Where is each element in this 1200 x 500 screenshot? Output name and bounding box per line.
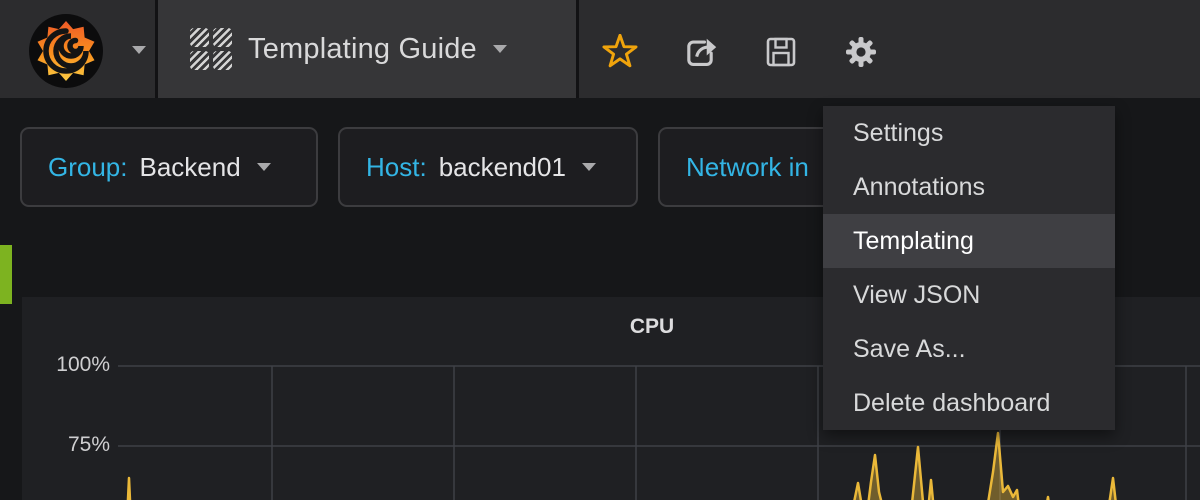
chevron-down-icon (493, 45, 507, 53)
menu-item-save-as[interactable]: Save As... (823, 322, 1115, 376)
share-icon[interactable] (681, 33, 719, 69)
navbar-divider (576, 0, 579, 98)
star-icon[interactable] (602, 34, 638, 68)
variable-value: Backend (140, 152, 241, 183)
menu-item-settings[interactable]: Settings (823, 106, 1115, 160)
grafana-logo-menu[interactable] (0, 0, 157, 98)
menu-item-delete-dashboard[interactable]: Delete dashboard (823, 376, 1115, 430)
chevron-down-icon (257, 163, 271, 171)
menu-item-templating[interactable]: Templating (823, 214, 1115, 268)
y-axis-tick-100: 100% (16, 353, 110, 377)
variable-label: Group: (48, 152, 128, 183)
dashboard-title-dropdown[interactable]: Templating Guide (158, 0, 576, 98)
dashboard-title: Templating Guide (248, 33, 477, 66)
y-axis-tick-75: 75% (16, 433, 110, 457)
row-collapse-handle[interactable] (0, 245, 12, 304)
gear-dropdown-menu: Settings Annotations Templating View JSO… (823, 106, 1115, 430)
variable-value: backend01 (439, 152, 566, 183)
top-navbar: Templating Guide (0, 0, 1200, 98)
variable-dropdown-group[interactable]: Group: Backend (20, 127, 318, 207)
menu-item-annotations[interactable]: Annotations (823, 160, 1115, 214)
menu-item-view-json[interactable]: View JSON (823, 268, 1115, 322)
variable-label: Network in (686, 152, 809, 183)
variable-dropdown-host[interactable]: Host: backend01 (338, 127, 638, 207)
variable-label: Host: (366, 152, 427, 183)
chevron-down-icon (132, 46, 146, 54)
dashboard-grid-icon (190, 28, 232, 70)
save-icon[interactable] (765, 36, 797, 68)
chevron-down-icon (582, 163, 596, 171)
gear-icon[interactable] (844, 35, 878, 69)
grafana-logo-icon (28, 13, 104, 89)
